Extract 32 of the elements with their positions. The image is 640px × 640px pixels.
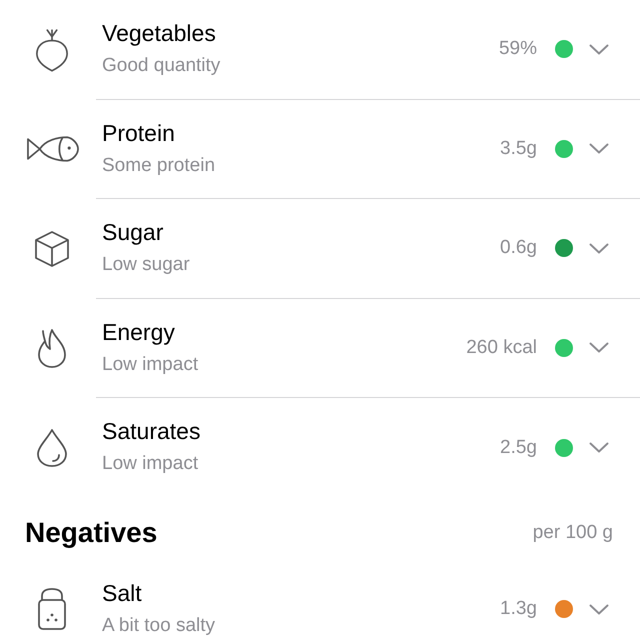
nutrient-name: Sugar [102,218,164,246]
chevron-icon[interactable] [589,604,609,615]
nutrient-amount: 59% [498,37,537,62]
section-title: Negatives [25,516,158,548]
nutrient-amount: 0.6g [500,236,537,260]
turnip-icon [35,26,69,73]
chevron-icon[interactable] [589,442,609,454]
flame-icon [37,328,67,368]
nutrient-assessment: Low sugar [102,253,190,277]
nutrient-name: Saturates [102,417,200,445]
nutrient-amount: 1.3g [500,597,537,622]
nutrient-assessment: A bit too salty [102,614,216,638]
chevron-icon[interactable] [589,342,609,354]
nutrient-assessment: Low impact [102,352,198,376]
nutrient-amount: 2.5g [500,436,537,460]
chevron-icon[interactable] [589,242,609,254]
drop-icon [37,428,67,467]
nutrient-assessment: Some protein [102,154,216,178]
nutrient-name: Energy [102,318,175,346]
nutrient-assessment: Low impact [102,452,198,476]
nutrient-name: Vegetables [102,19,216,47]
nutrient-amount: 260 kcal [466,336,537,360]
chevron-icon[interactable] [589,44,609,55]
fish-icon [26,135,78,164]
salt-shaker-icon [37,588,67,630]
nutrient-assessment: Good quantity [102,54,220,78]
nutrient-amount: 3.5g [500,136,537,161]
cube-icon [35,230,69,267]
nutrient-name: Protein [102,118,175,146]
nutrient-name: Salt [102,578,142,606]
unit-label: per 100 g [532,522,613,544]
chevron-icon[interactable] [589,143,609,154]
